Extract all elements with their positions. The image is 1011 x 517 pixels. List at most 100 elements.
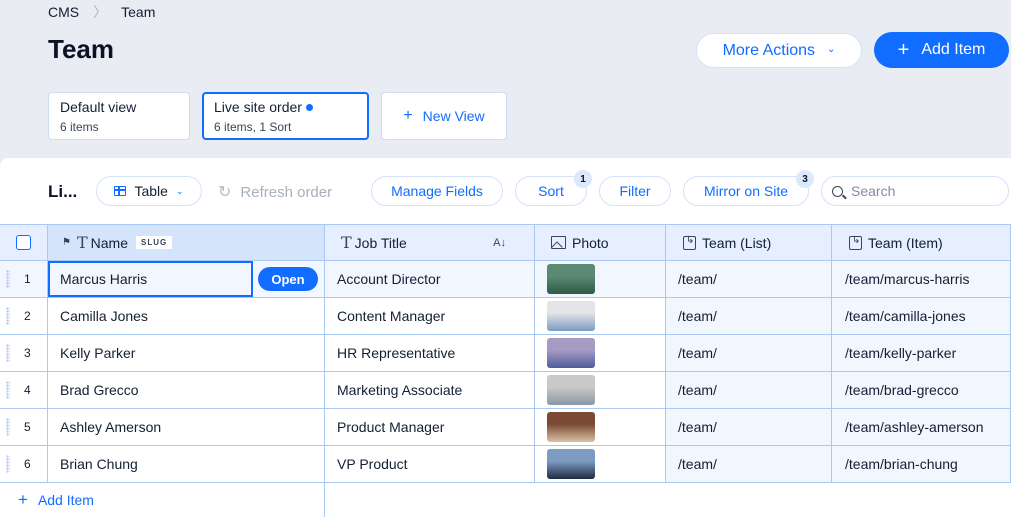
view-live-site-order[interactable]: Live site order 6 items, 1 Sort: [202, 92, 369, 140]
add-item-label: Add Item: [37, 492, 94, 508]
open-item-button[interactable]: Open: [258, 267, 318, 291]
cell-team-list[interactable]: /team/: [666, 372, 832, 409]
column-label: Photo: [572, 234, 609, 251]
cell-team-list[interactable]: /team/: [666, 335, 832, 372]
layout-dropdown[interactable]: Table ⌄: [96, 176, 202, 206]
chevron-right-icon: 〉: [93, 4, 108, 20]
select-all-header: [0, 224, 48, 261]
cell-photo[interactable]: [535, 298, 666, 335]
chevron-down-icon: ⌄: [827, 44, 836, 55]
search-input[interactable]: [851, 183, 991, 199]
view-title: Live site order: [214, 99, 302, 115]
row-handle[interactable]: 3: [0, 335, 48, 372]
job-title-value: HR Representative: [337, 345, 456, 361]
cell-photo[interactable]: [535, 261, 666, 298]
column-header-job-title[interactable]: T Job Title A↓: [325, 224, 535, 261]
chevron-down-icon: ⌄: [175, 185, 184, 196]
column-header-photo[interactable]: Photo: [535, 224, 666, 261]
row-handle[interactable]: 6: [0, 446, 48, 483]
cell-job-title[interactable]: HR Representative: [325, 335, 535, 372]
new-view-button[interactable]: + New View: [381, 92, 507, 140]
breadcrumb-cms[interactable]: CMS: [48, 4, 79, 20]
row-handle[interactable]: 5: [0, 409, 48, 446]
drag-handle-icon[interactable]: [6, 270, 10, 288]
filter-button[interactable]: Filter: [599, 176, 671, 206]
team-item-value: /team/kelly-parker: [845, 345, 957, 361]
add-item-label: Add Item: [921, 41, 986, 58]
cell-photo[interactable]: [535, 335, 666, 372]
drag-handle-icon[interactable]: [6, 307, 10, 325]
column-header-team-list[interactable]: Team (List): [666, 224, 832, 261]
job-title-value: Account Director: [337, 271, 441, 287]
view-default[interactable]: Default view 6 items: [48, 92, 190, 140]
more-actions-button[interactable]: More Actions ⌄: [696, 33, 862, 68]
cell-team-list[interactable]: /team/: [666, 446, 832, 483]
reference-field-icon: [683, 235, 696, 250]
cell-team-item[interactable]: /team/brad-grecco: [832, 372, 1011, 409]
cell-team-list[interactable]: /team/: [666, 261, 832, 298]
column-header-team-item[interactable]: Team (Item): [832, 224, 1011, 261]
drag-handle-icon[interactable]: [6, 455, 10, 473]
team-item-value: /team/marcus-harris: [845, 271, 970, 287]
row-number: 3: [24, 346, 31, 360]
cell-name[interactable]: Ashley Amerson: [48, 409, 325, 446]
mirror-on-site-button[interactable]: Mirror on Site 3: [683, 170, 814, 206]
row-handle[interactable]: 1: [0, 261, 48, 298]
view-name: Li...: [48, 182, 78, 201]
image-field-icon: [551, 236, 566, 249]
more-actions-label: More Actions: [722, 41, 816, 59]
breadcrumb: CMS 〉 Team: [48, 3, 155, 21]
cell-team-list[interactable]: /team/: [666, 409, 832, 446]
drag-handle-icon[interactable]: [6, 381, 10, 399]
drag-handle-icon[interactable]: [6, 344, 10, 362]
cell-photo[interactable]: [535, 446, 666, 483]
drag-handle-icon[interactable]: [6, 418, 10, 436]
cell-photo[interactable]: [535, 372, 666, 409]
cell-team-item[interactable]: /team/camilla-jones: [832, 298, 1011, 335]
collection-panel: Li... Table ⌄ ↻ Refresh order Manage Fie…: [0, 158, 1011, 517]
cell-job-title[interactable]: Product Manager: [325, 409, 535, 446]
cell-name[interactable]: Brad Grecco: [48, 372, 325, 409]
view-title: Default view: [60, 99, 137, 115]
team-list-value: /team/: [678, 419, 717, 435]
cell-team-list[interactable]: /team/: [666, 298, 832, 335]
cell-name[interactable]: Camilla Jones: [48, 298, 325, 335]
reference-field-icon: [849, 235, 862, 250]
cell-team-item[interactable]: /team/marcus-harris: [832, 261, 1011, 298]
row-number: 1: [24, 272, 31, 286]
photo-thumbnail: [547, 264, 595, 294]
cell-name[interactable]: Brian Chung: [48, 446, 325, 483]
cell-job-title[interactable]: VP Product: [325, 446, 535, 483]
refresh-label: Refresh order: [240, 183, 333, 201]
table-icon: [114, 186, 127, 196]
cell-team-item[interactable]: /team/kelly-parker: [832, 335, 1011, 372]
photo-thumbnail: [547, 412, 595, 442]
row-handle[interactable]: 2: [0, 298, 48, 335]
primary-field-flag-icon: ⚑: [62, 237, 71, 248]
cell-team-item[interactable]: /team/ashley-amerson: [832, 409, 1011, 446]
plus-icon: +: [18, 490, 28, 509]
page-title: Team: [48, 34, 114, 64]
row-handle[interactable]: 4: [0, 372, 48, 409]
new-view-label: New View: [422, 108, 485, 124]
cell-name[interactable]: Marcus Harris Open: [48, 261, 325, 298]
select-all-checkbox[interactable]: [16, 235, 31, 250]
manage-fields-button[interactable]: Manage Fields: [371, 176, 503, 206]
cell-team-item[interactable]: /team/brian-chung: [832, 446, 1011, 483]
cell-name[interactable]: Kelly Parker: [48, 335, 325, 372]
refresh-order-button[interactable]: ↻ Refresh order: [218, 182, 332, 202]
sort-button[interactable]: Sort 1: [515, 170, 592, 206]
column-header-name[interactable]: ⚑ T Name SLUG: [48, 224, 325, 261]
team-item-value: /team/brad-grecco: [845, 382, 959, 398]
column-label: Team (List): [702, 234, 772, 251]
add-item-row-button[interactable]: + Add Item: [0, 483, 325, 517]
cell-job-title[interactable]: Content Manager: [325, 298, 535, 335]
unsaved-dot-icon: [305, 103, 313, 111]
cell-job-title[interactable]: Marketing Associate: [325, 372, 535, 409]
cell-photo[interactable]: [535, 409, 666, 446]
plus-icon: +: [897, 39, 910, 61]
add-item-button[interactable]: + Add Item: [874, 32, 1009, 68]
team-item-value: /team/brian-chung: [845, 456, 958, 472]
cell-job-title[interactable]: Account Director: [325, 261, 535, 298]
search-box[interactable]: [821, 176, 1009, 206]
